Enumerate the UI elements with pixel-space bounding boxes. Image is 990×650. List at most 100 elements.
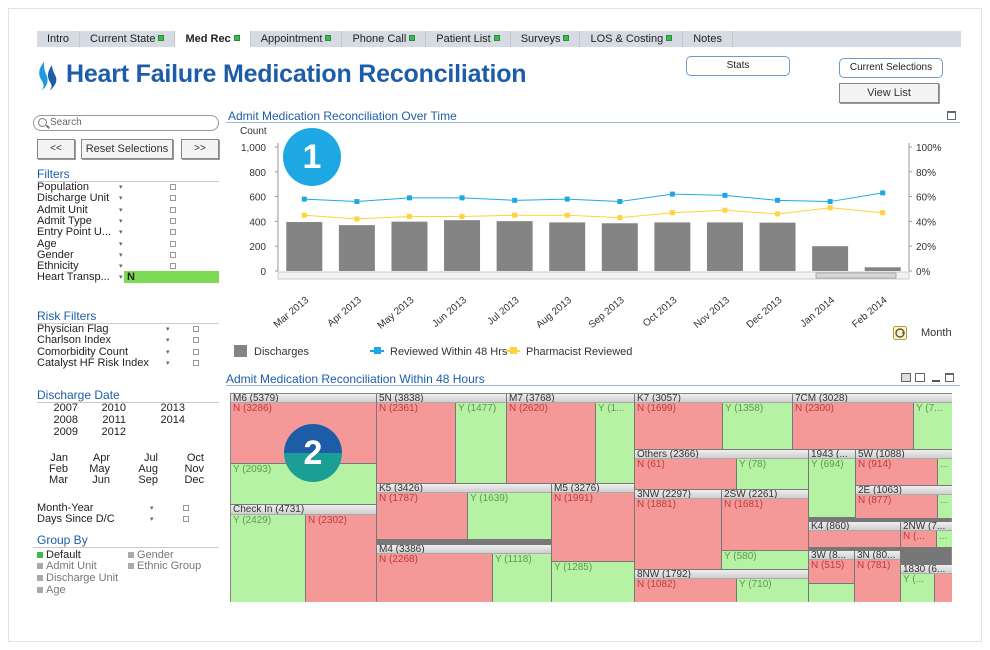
group-by-option[interactable]: Ethnic Group <box>128 560 201 572</box>
treemap-cell[interactable]: Y (1639) <box>468 493 551 539</box>
tab-current-state[interactable]: Current State <box>80 31 176 47</box>
treemap-cell[interactable]: N (1787) <box>377 493 467 539</box>
prev-selection-button[interactable]: << <box>37 139 75 159</box>
filter-checkbox[interactable] <box>183 516 189 522</box>
filter-checkbox[interactable] <box>170 263 176 270</box>
treemap-group-header[interactable]: 8NW (1792) <box>635 570 808 579</box>
treemap-group-header[interactable]: 3NW (2297) <box>635 490 721 499</box>
treemap-cell[interactable]: N (1991) <box>552 493 634 561</box>
filter-checkbox[interactable] <box>193 359 199 366</box>
treemap-cell[interactable]: N (1082) <box>635 579 736 602</box>
treemap-group-header[interactable]: M6 (5379) <box>231 394 376 403</box>
treemap-group-header[interactable]: 3N (80... <box>855 551 900 560</box>
year-option[interactable]: 2012 <box>88 426 126 438</box>
treemap-cell[interactable] <box>809 584 854 602</box>
treemap-cell[interactable]: Y (1358) <box>723 403 792 449</box>
tab-med-rec[interactable]: Med Rec <box>175 31 251 47</box>
group-by-option[interactable]: Admit Unit <box>37 560 97 572</box>
year-option[interactable]: 2009 <box>40 426 78 438</box>
filter-checkbox[interactable] <box>170 195 176 202</box>
maximize-icon[interactable] <box>947 111 956 120</box>
treemap-cell[interactable]: ... <box>938 495 952 518</box>
month-option[interactable]: Jun <box>74 474 110 486</box>
filter-checkbox[interactable] <box>170 240 176 247</box>
filter-checkbox[interactable] <box>170 206 176 213</box>
treemap-cell[interactable]: Y (1118) <box>493 554 551 602</box>
filter-checkbox[interactable] <box>170 217 176 224</box>
filter-checkbox[interactable] <box>170 184 176 190</box>
filter-checkbox[interactable] <box>170 229 176 236</box>
selected-value[interactable]: N <box>124 271 219 284</box>
filter-checkbox[interactable] <box>193 337 199 344</box>
treemap-cell[interactable]: Y (580) <box>722 551 808 569</box>
treemap-cell[interactable]: N (2361) <box>377 403 455 483</box>
treemap-group-header[interactable]: 2NW (7... <box>901 522 952 531</box>
year-option[interactable]: 2013 <box>147 402 185 414</box>
filter-checkbox[interactable] <box>183 505 189 511</box>
group-by-option[interactable]: Discharge Unit <box>37 572 118 584</box>
treemap-cell[interactable]: Y (7... <box>914 403 952 449</box>
treemap-group-header[interactable]: M7 (3768) <box>507 394 634 403</box>
treemap-cell[interactable]: Y (78) <box>737 459 808 489</box>
treemap-group-header[interactable]: M4 (3386) <box>377 545 551 554</box>
treemap-group-header[interactable]: 1830 (6... <box>901 565 952 574</box>
minimize-icon[interactable] <box>932 380 940 382</box>
year-option[interactable]: 2014 <box>147 414 185 426</box>
treemap-group-header[interactable]: K7 (3057) <box>635 394 792 403</box>
year-option[interactable]: 2008 <box>40 414 78 426</box>
days-since-filter[interactable]: Days Since D/C ▾ <box>37 514 219 525</box>
treemap-cell[interactable]: N (914) <box>856 459 937 485</box>
treemap-group-header[interactable]: Others (2366) <box>635 450 808 459</box>
treemap-cell[interactable]: ... <box>937 531 952 547</box>
treemap-cell[interactable]: N (877) <box>856 495 937 518</box>
treemap-cell[interactable]: Y (1285) <box>552 562 634 602</box>
export-icon[interactable] <box>915 373 925 382</box>
tab-patient-list[interactable]: Patient List <box>426 31 511 47</box>
tab-phone-call[interactable]: Phone Call <box>342 31 427 47</box>
year-option[interactable]: 2007 <box>40 402 78 414</box>
year-option[interactable]: 2011 <box>88 414 126 426</box>
treemap-cell[interactable]: N (515) <box>809 560 854 583</box>
month-option[interactable]: Sep <box>122 474 158 486</box>
treemap-group-header[interactable]: 2E (1063) <box>856 486 952 495</box>
reset-selections-button[interactable]: Reset Selections <box>81 139 173 159</box>
year-option[interactable]: 2010 <box>88 402 126 414</box>
treemap-cell[interactable]: ... <box>938 459 952 485</box>
tab-intro[interactable]: Intro <box>37 31 81 47</box>
treemap-cell[interactable]: Y (1477) <box>456 403 506 483</box>
tab-surveys[interactable]: Surveys <box>511 31 581 47</box>
print-icon[interactable] <box>901 373 911 382</box>
filter-row[interactable]: Entry Point U... ▾ <box>37 227 219 238</box>
maximize-icon[interactable] <box>945 373 954 382</box>
treemap-group-header[interactable]: M5 (3276) <box>552 484 634 493</box>
treemap-cell[interactable]: Y (... <box>901 574 934 602</box>
treemap-cell[interactable]: Y (1... <box>596 403 634 483</box>
treemap-cell[interactable] <box>935 574 952 602</box>
filter-checkbox[interactable] <box>170 251 176 258</box>
month-option[interactable]: Dec <box>168 474 204 486</box>
treemap-cell[interactable]: N (1681) <box>722 499 808 550</box>
treemap-cell[interactable]: N (2268) <box>377 554 492 602</box>
search-input[interactable]: Search <box>33 115 219 131</box>
view-list-button[interactable]: View List <box>839 83 939 103</box>
treemap-group-header[interactable]: 1943 (... <box>809 450 855 459</box>
treemap-cell[interactable]: N (1699) <box>635 403 722 449</box>
treemap-cell[interactable]: Y (710) <box>737 579 808 602</box>
current-selections-button[interactable]: Current Selections <box>839 58 943 78</box>
risk-filter-row[interactable]: Catalyst HF Risk Index ▾ <box>37 357 219 369</box>
group-by-option[interactable]: Age <box>37 584 66 596</box>
treemap-group-header[interactable]: 2SW (2261) <box>722 490 808 499</box>
treemap-cell[interactable]: N (2302) <box>306 515 376 602</box>
treemap-cell[interactable]: Y (2429) <box>231 515 305 602</box>
treemap-cell[interactable]: N (2300) <box>793 403 913 449</box>
treemap-cell[interactable]: N (... <box>901 531 936 547</box>
stats-button[interactable]: Stats <box>686 56 790 76</box>
treemap-group-header[interactable]: 5W (1088) <box>856 450 952 459</box>
treemap-cell[interactable]: N (61) <box>635 459 736 489</box>
filter-checkbox[interactable] <box>193 326 199 332</box>
treemap-cell[interactable]: N (781) <box>855 560 900 602</box>
tab-appointment[interactable]: Appointment <box>251 31 343 47</box>
tab-los-costing[interactable]: LOS & Costing <box>580 31 684 47</box>
treemap-group-header[interactable]: Check In (4731) <box>231 505 376 515</box>
filter-row[interactable]: Heart Transp... ▾ N <box>37 271 219 284</box>
